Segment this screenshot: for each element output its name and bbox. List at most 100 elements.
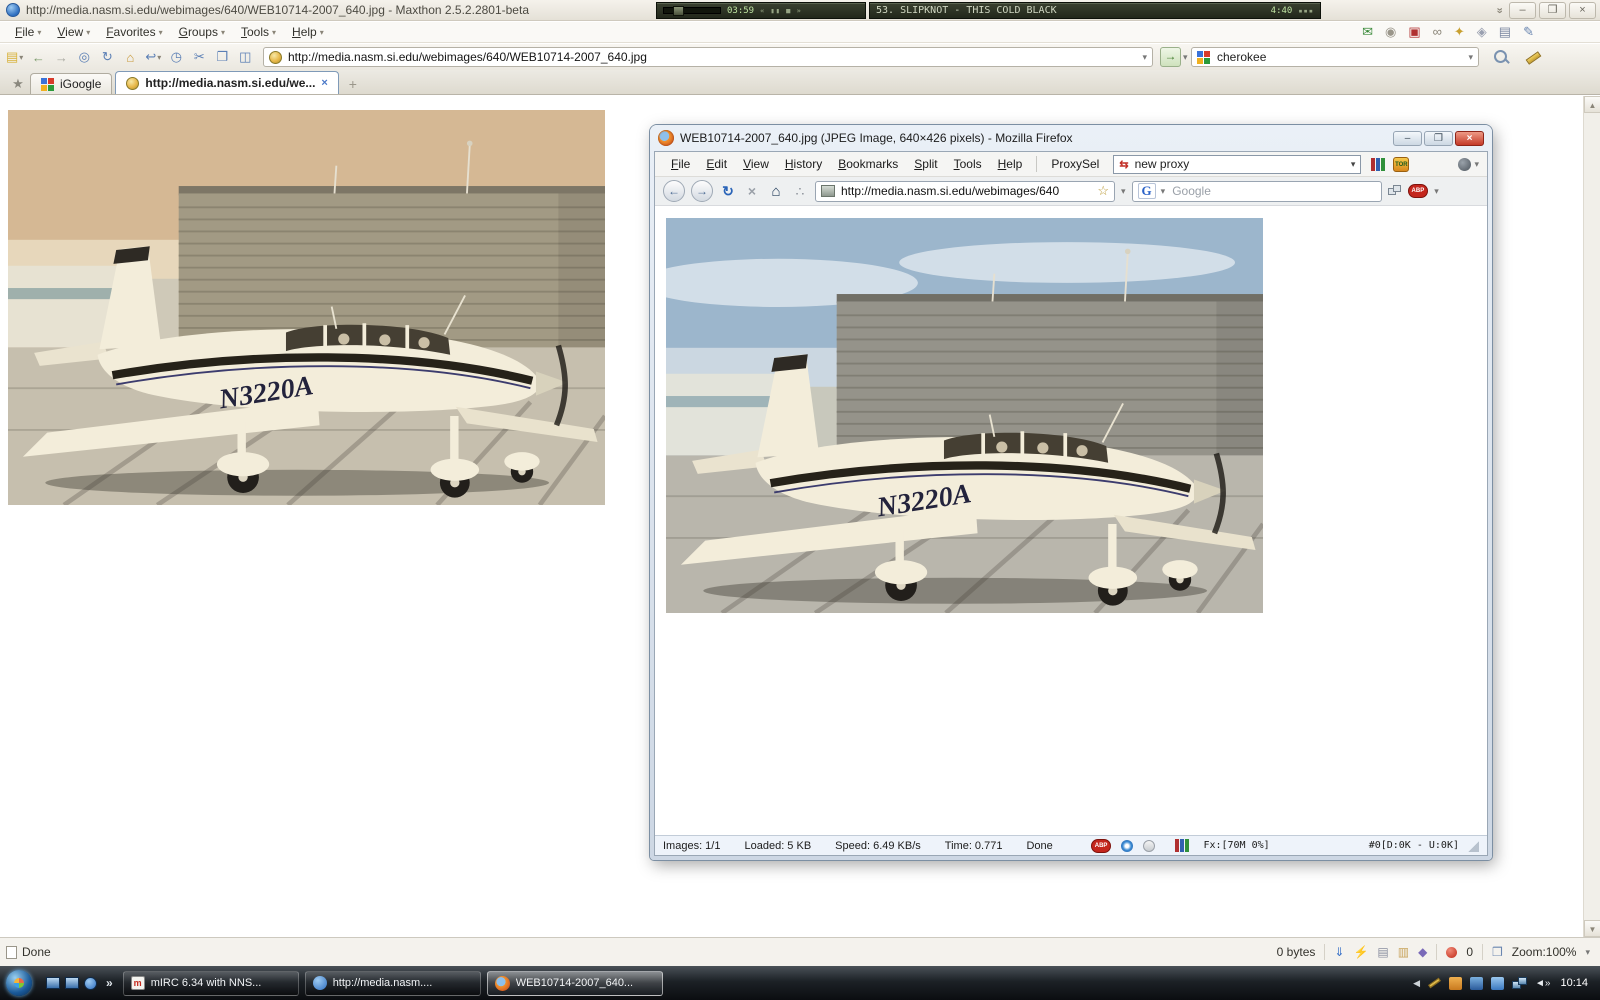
quick-launch-desktop-icon[interactable]	[46, 977, 60, 989]
abp-dropdown-caret-icon[interactable]: ▾	[1434, 186, 1439, 197]
search-input[interactable]	[1170, 183, 1376, 199]
menu-file[interactable]: File	[663, 155, 698, 173]
engine-dropdown-caret-icon[interactable]: ▾	[1161, 186, 1166, 197]
resize-grip[interactable]	[1467, 839, 1479, 852]
dropdown-caret-icon[interactable]: ▾	[19, 53, 23, 62]
menu-bookmarks[interactable]: Bookmarks	[830, 155, 906, 173]
firefox-titlebar[interactable]: WEB10714-2007_640.jpg (JPEG Image, 640×4…	[650, 125, 1492, 151]
dropdown-caret-icon[interactable]: ▾	[157, 53, 161, 62]
combo-dropdown-caret-icon[interactable]: ▾	[1351, 159, 1356, 170]
adblock-plus-icon[interactable]: ABP	[1407, 184, 1429, 198]
taskbar-button-firefox[interactable]: WEB10714-2007_640...	[486, 970, 663, 996]
library-books-icon[interactable]	[1371, 157, 1386, 171]
minimize-button[interactable]: –	[1393, 130, 1422, 146]
proxy-status-icon[interactable]	[1121, 839, 1134, 852]
restore-button[interactable]: ❐	[1539, 2, 1566, 19]
quick-launch-browser-icon[interactable]	[84, 976, 97, 990]
reload-button[interactable]: ↻	[719, 183, 737, 200]
menu-favorites[interactable]: Favorites ▾	[101, 24, 167, 40]
zoom-dropdown-caret-icon[interactable]: ▾	[1585, 947, 1590, 958]
search-input[interactable]	[1215, 49, 1464, 65]
tile-windows-icon[interactable]	[1387, 185, 1402, 197]
firefox-location-bar[interactable]: http://media.nasm.si.edu/webimages/640 ☆	[815, 180, 1115, 202]
favorites-star-icon[interactable]: ★	[6, 74, 30, 94]
location-url-text[interactable]: http://media.nasm.si.edu/webimages/640	[841, 184, 1091, 198]
back-button[interactable]: ←	[663, 180, 685, 202]
taskbar-button-mirc[interactable]: m mIRC 6.34 with NNS...	[122, 970, 299, 996]
page-scrollbar[interactable]: ▲ ▼	[1583, 96, 1600, 937]
airplane-photo-firefox[interactable]: N3220A	[666, 218, 1263, 613]
tray-app-icon-1[interactable]	[1449, 976, 1462, 990]
collapse-chevron-icon[interactable]: »	[1490, 3, 1507, 19]
player-transport-controls[interactable]: « ▮▮ ■ »	[760, 7, 802, 15]
back-button[interactable]: ←	[30, 47, 46, 67]
scroll-up-icon[interactable]: ▲	[1584, 96, 1600, 113]
taskbar-button-maxthon[interactable]: http://media.nasm....	[304, 970, 481, 996]
tray-pencil-icon[interactable]	[1428, 977, 1441, 989]
screen-capture-icon[interactable]: ▣	[1408, 24, 1420, 40]
tor-button-icon[interactable]: TOR	[1393, 156, 1410, 172]
maxthon-search-box[interactable]: ▾	[1191, 47, 1479, 67]
refresh-button[interactable]: ↻	[99, 47, 115, 67]
new-page-button[interactable]: ▤ ▾	[6, 47, 23, 67]
printer-icon[interactable]: ▤	[1499, 24, 1511, 40]
player-main-segment[interactable]: 03:59 « ▮▮ ■ »	[656, 2, 866, 19]
taskbar-clock[interactable]: 10:14	[1560, 977, 1588, 989]
mouse-gesture-icon[interactable]: ◉	[1385, 24, 1396, 40]
tray-app-icon-2[interactable]	[1470, 976, 1483, 990]
adblock-plus-status-icon[interactable]: ABP	[1090, 838, 1112, 853]
menu-tools[interactable]: Tools	[946, 155, 990, 173]
download-icon[interactable]: ⇓	[1334, 945, 1344, 959]
menu-help[interactable]: Help	[990, 155, 1031, 173]
tab-media-nasm-active[interactable]: http://media.nasm.si.edu/we... ×	[115, 71, 339, 94]
forward-button[interactable]: →	[691, 180, 713, 202]
firefox-search-box[interactable]: G ▾	[1131, 180, 1382, 202]
window-button[interactable]: ❐	[214, 47, 230, 67]
split-view-button[interactable]: ◫	[237, 47, 253, 67]
search-magnifier-icon[interactable]	[1494, 50, 1510, 65]
tab-igoogle[interactable]: iGoogle	[30, 73, 113, 94]
search-dropdown-caret-icon[interactable]: ▾	[1468, 52, 1473, 63]
tray-app-icon-3[interactable]	[1491, 976, 1504, 990]
menu-groups[interactable]: Groups ▾	[174, 24, 230, 40]
stop-button[interactable]: ×	[743, 183, 761, 199]
location-dropdown-caret-icon[interactable]: ▾	[1121, 186, 1126, 197]
forward-button[interactable]: →	[53, 47, 69, 67]
quick-launch-window-icon[interactable]	[65, 977, 79, 989]
print-icon[interactable]: ▤	[1377, 945, 1388, 959]
maximize-button[interactable]: ❐	[1424, 130, 1453, 146]
home-button[interactable]: ⌂	[122, 47, 138, 67]
address-dropdown-caret-icon[interactable]: ▾	[1142, 52, 1147, 63]
proxysel-menu[interactable]: ProxySel	[1043, 155, 1107, 173]
menu-view[interactable]: View	[735, 155, 777, 173]
gem-icon[interactable]: ◆	[1418, 945, 1427, 959]
notes-editor-icon[interactable]: ✎	[1523, 24, 1534, 40]
player-playlist-segment[interactable]: 53. SLIPKNOT - THIS COLD BLACK 4:40 ▪▪▪	[869, 2, 1321, 19]
bookmark-star-icon[interactable]: ☆	[1097, 183, 1109, 199]
foxyproxy-paw-icon[interactable]: ∴	[791, 183, 809, 200]
tab-close-icon[interactable]: ×	[321, 77, 327, 89]
new-folder-icon[interactable]: ▥	[1398, 945, 1409, 959]
maxthon-address-bar[interactable]: http://media.nasm.si.edu/webimages/640/W…	[263, 47, 1153, 67]
library-status-icon[interactable]	[1175, 839, 1190, 852]
menu-tools[interactable]: Tools ▾	[236, 24, 281, 40]
player-mini-buttons[interactable]: ▪▪▪	[1298, 7, 1314, 15]
key-icon[interactable]: ✦	[1454, 24, 1465, 40]
player-seekbar[interactable]	[663, 6, 721, 16]
scroll-down-icon[interactable]: ▼	[1584, 920, 1600, 937]
disk-icon[interactable]: ◈	[1477, 24, 1487, 40]
boost-lightning-icon[interactable]: ⚡	[1353, 945, 1368, 959]
zoom-level[interactable]: Zoom:100%	[1512, 945, 1577, 959]
menu-help[interactable]: Help ▾	[287, 24, 329, 40]
external-window-icon[interactable]: ❒	[1492, 945, 1503, 959]
stop-button[interactable]: ◎	[76, 47, 92, 67]
start-button[interactable]	[6, 970, 32, 996]
quick-launch-overflow-icon[interactable]: »	[106, 976, 113, 990]
menu-file[interactable]: File ▾	[10, 24, 46, 40]
proxy-selector-combobox[interactable]: ⇆ new proxy ▾	[1113, 154, 1362, 174]
address-url-text[interactable]: http://media.nasm.si.edu/webimages/640/W…	[288, 50, 1136, 64]
go-dropdown-caret-icon[interactable]: ▾	[1183, 52, 1188, 63]
go-button[interactable]: →	[1160, 47, 1181, 67]
highlighter-pen-icon[interactable]	[1524, 50, 1542, 65]
menu-view[interactable]: View ▾	[52, 24, 95, 40]
